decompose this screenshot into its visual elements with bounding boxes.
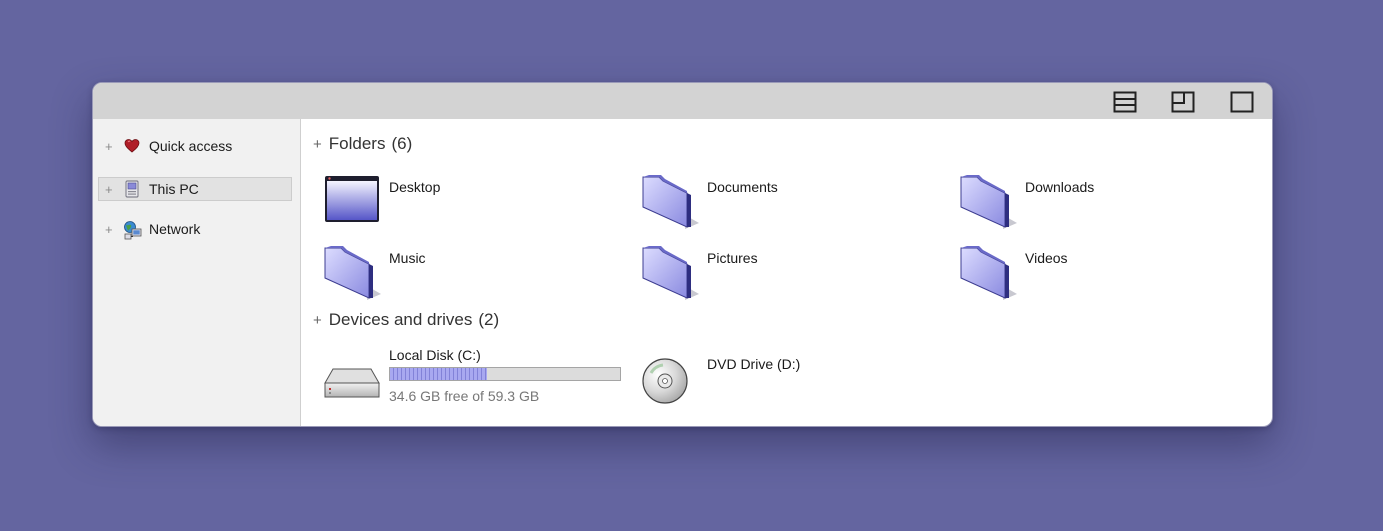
section-count: (2): [478, 310, 500, 329]
folder-tile-downloads[interactable]: Downloads: [959, 171, 1259, 233]
sidebar-item-quick-access[interactable]: + Quick access: [98, 134, 292, 158]
drive-usage-fill: [390, 368, 487, 380]
restore-icon[interactable]: [1171, 90, 1195, 114]
folder-icon: [959, 171, 1021, 233]
folder-icon: [959, 242, 1021, 304]
drive-label: DVD Drive (D:): [707, 356, 801, 372]
layout-rows-icon[interactable]: [1113, 90, 1137, 114]
section-count: (6): [391, 134, 413, 153]
sidebar-item-label: Quick access: [149, 138, 233, 154]
folder-tile-desktop[interactable]: Desktop: [323, 171, 623, 233]
drive-free-space: 34.6 GB free of 59.3 GB: [389, 388, 540, 404]
folder-label: Videos: [1025, 250, 1068, 266]
folder-label: Music: [389, 250, 426, 266]
devices-section-header[interactable]: + Devices and drives (2): [313, 309, 499, 331]
sidebar-item-label: Network: [149, 221, 201, 237]
network-icon: [123, 220, 142, 240]
sidebar-item-network[interactable]: + Network: [98, 217, 292, 241]
folder-label: Documents: [707, 179, 778, 195]
sidebar-item-this-pc[interactable]: + This PC: [98, 177, 292, 201]
folder-icon: [641, 171, 703, 233]
sidebar-item-label: This PC: [149, 181, 199, 197]
expand-icon[interactable]: +: [313, 136, 322, 153]
folder-tile-videos[interactable]: Videos: [959, 242, 1259, 304]
heart-icon: [123, 137, 141, 155]
computer-icon: [123, 180, 141, 198]
section-title: Folders: [328, 134, 386, 153]
folder-icon: [323, 242, 385, 304]
expand-icon[interactable]: +: [313, 312, 322, 329]
drive-usage-bar: [389, 367, 621, 381]
folder-tile-music[interactable]: Music: [323, 242, 623, 304]
content-pane: + Folders (6) Desktop Documents Download…: [301, 119, 1272, 426]
folder-icon: [641, 242, 703, 304]
folders-section-header[interactable]: + Folders (6): [313, 133, 412, 155]
folder-tile-pictures[interactable]: Pictures: [641, 242, 941, 304]
file-explorer-window: + Quick access + This PC + Network + Fol…: [92, 82, 1273, 427]
expand-icon[interactable]: +: [105, 223, 113, 236]
drive-label: Local Disk (C:): [389, 347, 481, 363]
folder-tile-documents[interactable]: Documents: [641, 171, 941, 233]
folder-label: Downloads: [1025, 179, 1095, 195]
dvd-disc-icon: [641, 351, 703, 413]
folder-label: Desktop: [389, 179, 441, 195]
expand-icon[interactable]: +: [105, 140, 113, 153]
navigation-pane: + Quick access + This PC + Network: [93, 119, 301, 426]
expand-icon[interactable]: +: [105, 183, 113, 196]
maximize-icon[interactable]: [1230, 90, 1254, 114]
title-bar[interactable]: [93, 83, 1272, 119]
drive-tile-dvd[interactable]: DVD Drive (D:): [641, 347, 941, 417]
hard-drive-icon: [323, 351, 385, 413]
folder-label: Pictures: [707, 250, 758, 266]
section-title: Devices and drives: [328, 310, 473, 329]
desktop-window-icon: [323, 171, 385, 233]
drive-tile-local-disk[interactable]: Local Disk (C:) 34.6 GB free of 59.3 GB: [323, 347, 623, 417]
